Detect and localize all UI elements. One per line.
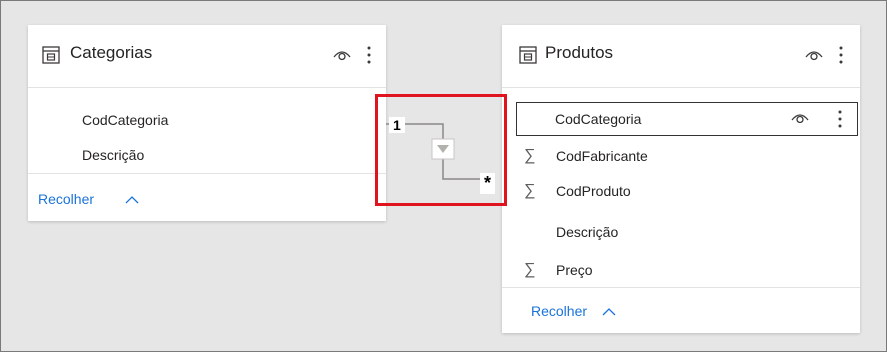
field-row[interactable]: CodCategoria [28,105,386,135]
eye-icon[interactable] [333,49,351,61]
card-divider [502,287,860,288]
model-view-canvas: Categorias CodCategoria Descrição Recolh… [0,0,887,352]
field-row[interactable]: Descrição [28,140,386,170]
table-icon [519,46,537,64]
eye-icon[interactable] [805,49,823,61]
field-name: CodCategoria [555,111,642,127]
chevron-up-icon[interactable] [125,195,139,204]
field-name: Preço [556,262,593,278]
field-row[interactable]: Descrição [502,217,860,247]
more-options-icon[interactable] [839,46,843,64]
field-name: CodFabricante [556,148,648,164]
collapse-link[interactable]: Recolher [531,303,587,319]
field-row[interactable]: ∑ CodProduto [502,176,860,206]
field-row[interactable]: ∑ CodFabricante [502,141,860,171]
more-options-icon[interactable] [367,46,371,64]
field-name: CodCategoria [82,112,169,128]
field-name: Descrição [82,147,145,163]
card-divider [28,173,386,174]
collapse-link[interactable]: Recolher [38,191,94,207]
table-title: Produtos [545,43,614,62]
table-card-header[interactable]: Produtos [502,25,860,88]
sigma-icon: ∑ [524,147,536,164]
table-card-categorias[interactable]: Categorias CodCategoria Descrição Recolh… [28,25,386,221]
field-name: Descrição [556,224,619,240]
field-row-selected[interactable]: CodCategoria [516,102,858,136]
table-card-produtos[interactable]: Produtos CodCategoria ∑ CodFabricante ∑ … [502,25,860,333]
table-icon [42,46,60,64]
more-options-icon[interactable] [838,110,842,128]
relationship-highlight-box [375,94,507,206]
chevron-up-icon[interactable] [602,307,616,316]
table-card-header[interactable]: Categorias [28,25,386,88]
sigma-icon: ∑ [524,182,536,199]
field-name: CodProduto [556,183,631,199]
table-title: Categorias [70,43,153,62]
eye-icon[interactable] [791,112,809,124]
field-row[interactable]: ∑ Preço [502,255,860,285]
sigma-icon: ∑ [524,261,536,278]
